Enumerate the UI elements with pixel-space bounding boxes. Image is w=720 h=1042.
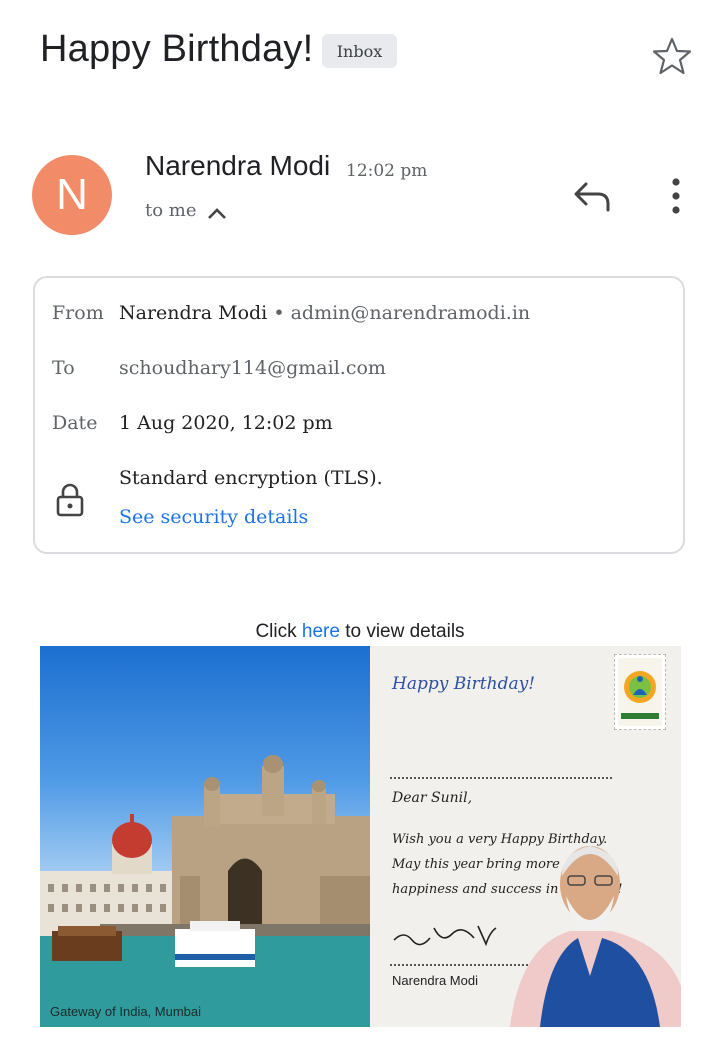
date-value: 1 Aug 2020, 12:02 pm (119, 412, 333, 434)
photo-caption: Gateway of India, Mumbai (50, 1004, 202, 1019)
date-label: Date (52, 412, 98, 434)
from-email[interactable]: admin@narendramodi.in (291, 302, 531, 324)
from-name: Narendra Modi (119, 302, 268, 324)
recipient-summary[interactable]: to me (145, 200, 197, 221)
security-details-link[interactable]: See security details (119, 506, 308, 528)
sender-avatar[interactable]: N (32, 155, 112, 235)
lock-icon (56, 483, 84, 517)
chevron-up-icon[interactable] (206, 204, 228, 222)
message-time: 12:02 pm (346, 161, 428, 181)
here-link[interactable]: here (302, 621, 340, 642)
from-value: Narendra Modi • admin@narendramodi.in (119, 302, 530, 324)
card-salutation: Dear Sunil, (392, 790, 473, 806)
click-suffix: to view details (345, 621, 465, 642)
to-label: To (52, 357, 75, 379)
sender-name[interactable]: Narendra Modi (145, 150, 330, 182)
dotted-divider-top (390, 777, 612, 779)
email-subject: Happy Birthday! (40, 28, 314, 70)
click-prefix: Click (255, 621, 297, 642)
gateway-of-india-illustration (40, 755, 370, 1027)
star-icon[interactable] (652, 36, 692, 76)
reply-icon[interactable] (572, 178, 612, 214)
postage-stamp (614, 654, 666, 730)
more-options-icon[interactable] (664, 176, 688, 216)
portrait-illustration (510, 846, 681, 1027)
card-greeting-title: Happy Birthday! (392, 674, 536, 694)
yoga-stamp-icon (618, 658, 662, 726)
from-separator: • (273, 302, 285, 324)
encryption-text: Standard encryption (TLS). (119, 467, 383, 489)
inbox-label-badge[interactable]: Inbox (322, 34, 397, 68)
birthday-card-image[interactable]: Gateway of India, Mumbai Happy Birthday!… (40, 646, 681, 1027)
click-here-line: Click here to view details (0, 621, 720, 643)
handwritten-signature (393, 925, 497, 947)
from-label: From (52, 302, 104, 324)
card-signature-name: Narendra Modi (392, 973, 478, 988)
to-value[interactable]: schoudhary114@gmail.com (119, 357, 386, 379)
